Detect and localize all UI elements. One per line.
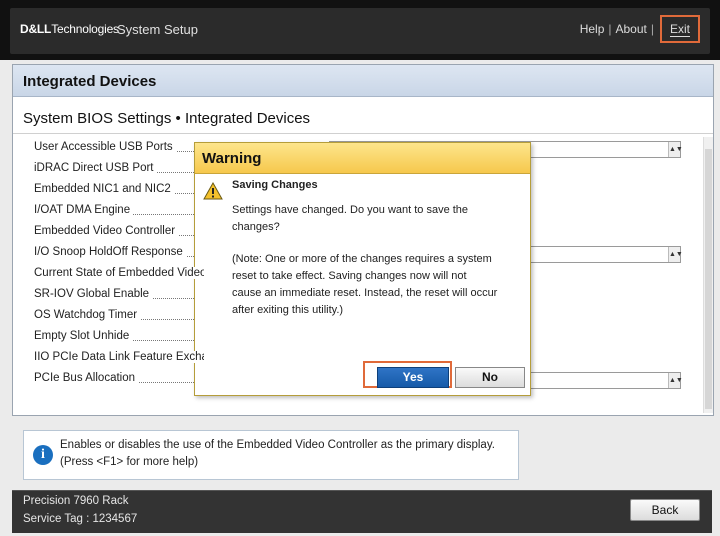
separator: | [608,22,612,36]
settings-list: User Accessible USB Ports iDRAC Direct U… [34,141,204,393]
setting-label: User Accessible USB Ports [34,141,176,153]
help-text: Enables or disables the use of the Embed… [60,437,495,471]
header: D&LLTechnologies System Setup Help | About… [10,8,710,54]
note-line: cause an immediate reset. Instead, the r… [232,287,498,299]
system-model: Precision 7960 Rack [23,495,129,507]
setting-row[interactable]: OS Watchdog Timer [34,309,204,330]
dialog-message: Settings have changed. Do you want to sa… [232,202,517,236]
about-link[interactable]: About [616,22,647,36]
setting-label: Current State of Embedded Video Controll… [34,267,204,279]
setting-row[interactable]: Embedded Video Controller [34,225,204,246]
help-link[interactable]: Help [580,22,605,36]
setting-label: iDRAC Direct USB Port [34,162,157,174]
chevron-down-icon: ▲▼ [668,247,683,262]
setting-row[interactable]: Current State of Embedded Video Controll… [34,267,204,288]
setting-label: Embedded Video Controller [34,225,179,237]
footer: Precision 7960 Rack Service Tag : 123456… [12,490,712,533]
message-line: Settings have changed. Do you want to sa… [232,204,469,216]
page-subtitle: System BIOS Settings • Integrated Device… [23,110,311,127]
setting-label: SR-IOV Global Enable [34,288,153,300]
setting-row[interactable]: SR-IOV Global Enable [34,288,204,309]
separator: | [650,22,654,36]
exit-label: Exit [669,22,690,37]
help-line: (Press <F1> for more help) [60,456,199,468]
dell-logo: D&LLTechnologies [20,22,119,36]
message-line: changes? [232,221,280,233]
exit-link[interactable]: Exit [659,15,700,43]
setting-row[interactable]: IIO PCIe Data Link Feature Exchange [34,351,204,372]
no-button[interactable]: No [455,367,525,388]
info-icon: i [33,445,53,465]
note-line: (Note: One or more of the changes requir… [232,253,492,265]
app-title: System Setup [117,22,198,37]
setting-row[interactable]: iDRAC Direct USB Port [34,162,204,183]
warning-dialog: Warning Saving Changes Settings have cha… [194,142,531,396]
back-button[interactable]: Back [630,499,700,521]
top-bar: D&LLTechnologies System Setup Help | About… [0,0,720,60]
panel-title: Integrated Devices [23,73,157,90]
setting-label: Embedded NIC1 and NIC2 [34,183,174,195]
scrollbar-thumb[interactable] [705,149,712,409]
setting-label: Empty Slot Unhide [34,330,133,342]
setting-row[interactable]: I/OAT DMA Engine [34,204,204,225]
setting-row[interactable]: PCIe Bus Allocation [34,372,204,393]
setting-row[interactable]: Embedded NIC1 and NIC2 [34,183,204,204]
setting-label: OS Watchdog Timer [34,309,141,321]
setting-row[interactable]: I/O Snoop HoldOff Response [34,246,204,267]
setting-label: PCIe Bus Allocation [34,372,139,384]
help-box: i Enables or disables the use of the Emb… [23,430,519,480]
dialog-title: Warning [202,150,262,167]
service-tag: Service Tag : 1234567 [23,513,138,525]
note-line: reset to take effect. Saving changes now… [232,270,467,282]
setting-row[interactable]: User Accessible USB Ports [34,141,204,162]
divider [13,133,713,134]
scrollbar[interactable] [703,137,713,413]
help-line: Enables or disables the use of the Embed… [60,439,495,451]
chevron-down-icon: ▲▼ [668,373,683,388]
setting-label: I/O Snoop HoldOff Response [34,246,186,258]
chevron-down-icon: ▲▼ [668,142,683,157]
setting-label: I/OAT DMA Engine [34,204,134,216]
warning-icon [203,182,223,200]
dialog-note: (Note: One or more of the changes requir… [232,251,517,319]
setting-label: IIO PCIe Data Link Feature Exchange [34,351,204,363]
header-links: Help | About | Exit [580,15,700,43]
dialog-heading: Saving Changes [232,179,318,191]
yes-button[interactable]: Yes [377,367,449,388]
note-line: after exiting this utility.) [232,304,344,316]
setting-row[interactable]: Empty Slot Unhide [34,330,204,351]
